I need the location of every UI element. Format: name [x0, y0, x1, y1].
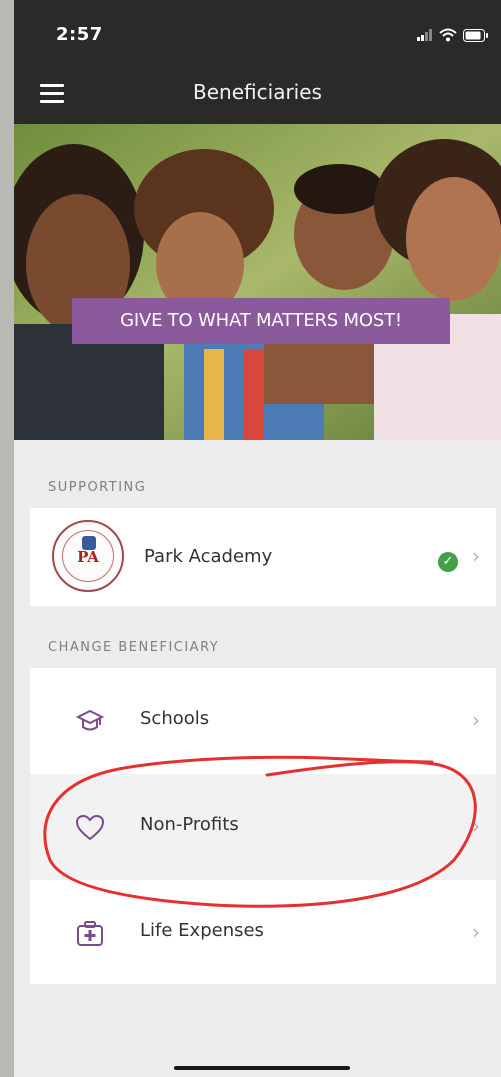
status-bar: 2:57: [14, 0, 501, 68]
change-beneficiary-list: Schools › Non-Profits › Life Expenses ›: [30, 668, 496, 984]
chevron-right-icon: ›: [472, 544, 480, 568]
status-time: 2:57: [56, 24, 103, 45]
hero-image: GIVE TO WHAT MATTERS MOST!: [14, 124, 501, 440]
supporting-card[interactable]: PA Park Academy ✓ ›: [30, 508, 496, 606]
home-indicator: [174, 1066, 350, 1070]
battery-icon: [463, 28, 488, 42]
supporting-name: Park Academy: [144, 546, 273, 567]
graduation-cap-icon: [75, 709, 105, 731]
chevron-right-icon: ›: [472, 814, 480, 838]
list-item-schools[interactable]: Schools ›: [30, 668, 496, 774]
check-icon: ✓: [438, 552, 458, 572]
nav-bar: Beneficiaries: [14, 68, 501, 124]
status-icons: [417, 28, 489, 42]
list-item-label: Life Expenses: [140, 920, 264, 941]
chevron-right-icon: ›: [472, 920, 480, 944]
phone-screen: 2:57 Beneficiaries GIVE TO WHAT MATTERS …: [14, 0, 501, 1077]
list-item-label: Schools: [140, 708, 210, 729]
list-item-non-profits[interactable]: Non-Profits ›: [30, 774, 496, 880]
list-item-label: Non-Profits: [140, 814, 239, 835]
heart-icon: [75, 814, 105, 841]
signal-icon: [417, 29, 432, 41]
hero-banner: GIVE TO WHAT MATTERS MOST!: [72, 298, 450, 344]
park-academy-logo: PA: [52, 520, 124, 592]
wifi-icon: [439, 28, 457, 42]
supporting-section-label: SUPPORTING: [48, 480, 147, 495]
change-section-label: CHANGE BENEFICIARY: [48, 640, 220, 655]
chevron-right-icon: ›: [472, 708, 480, 732]
family-photo: [14, 124, 501, 440]
page-title: Beneficiaries: [193, 80, 322, 104]
list-item-life-expenses[interactable]: Life Expenses ›: [30, 880, 496, 986]
logo-text: PA: [77, 548, 99, 566]
medical-case-icon: [77, 921, 103, 946]
